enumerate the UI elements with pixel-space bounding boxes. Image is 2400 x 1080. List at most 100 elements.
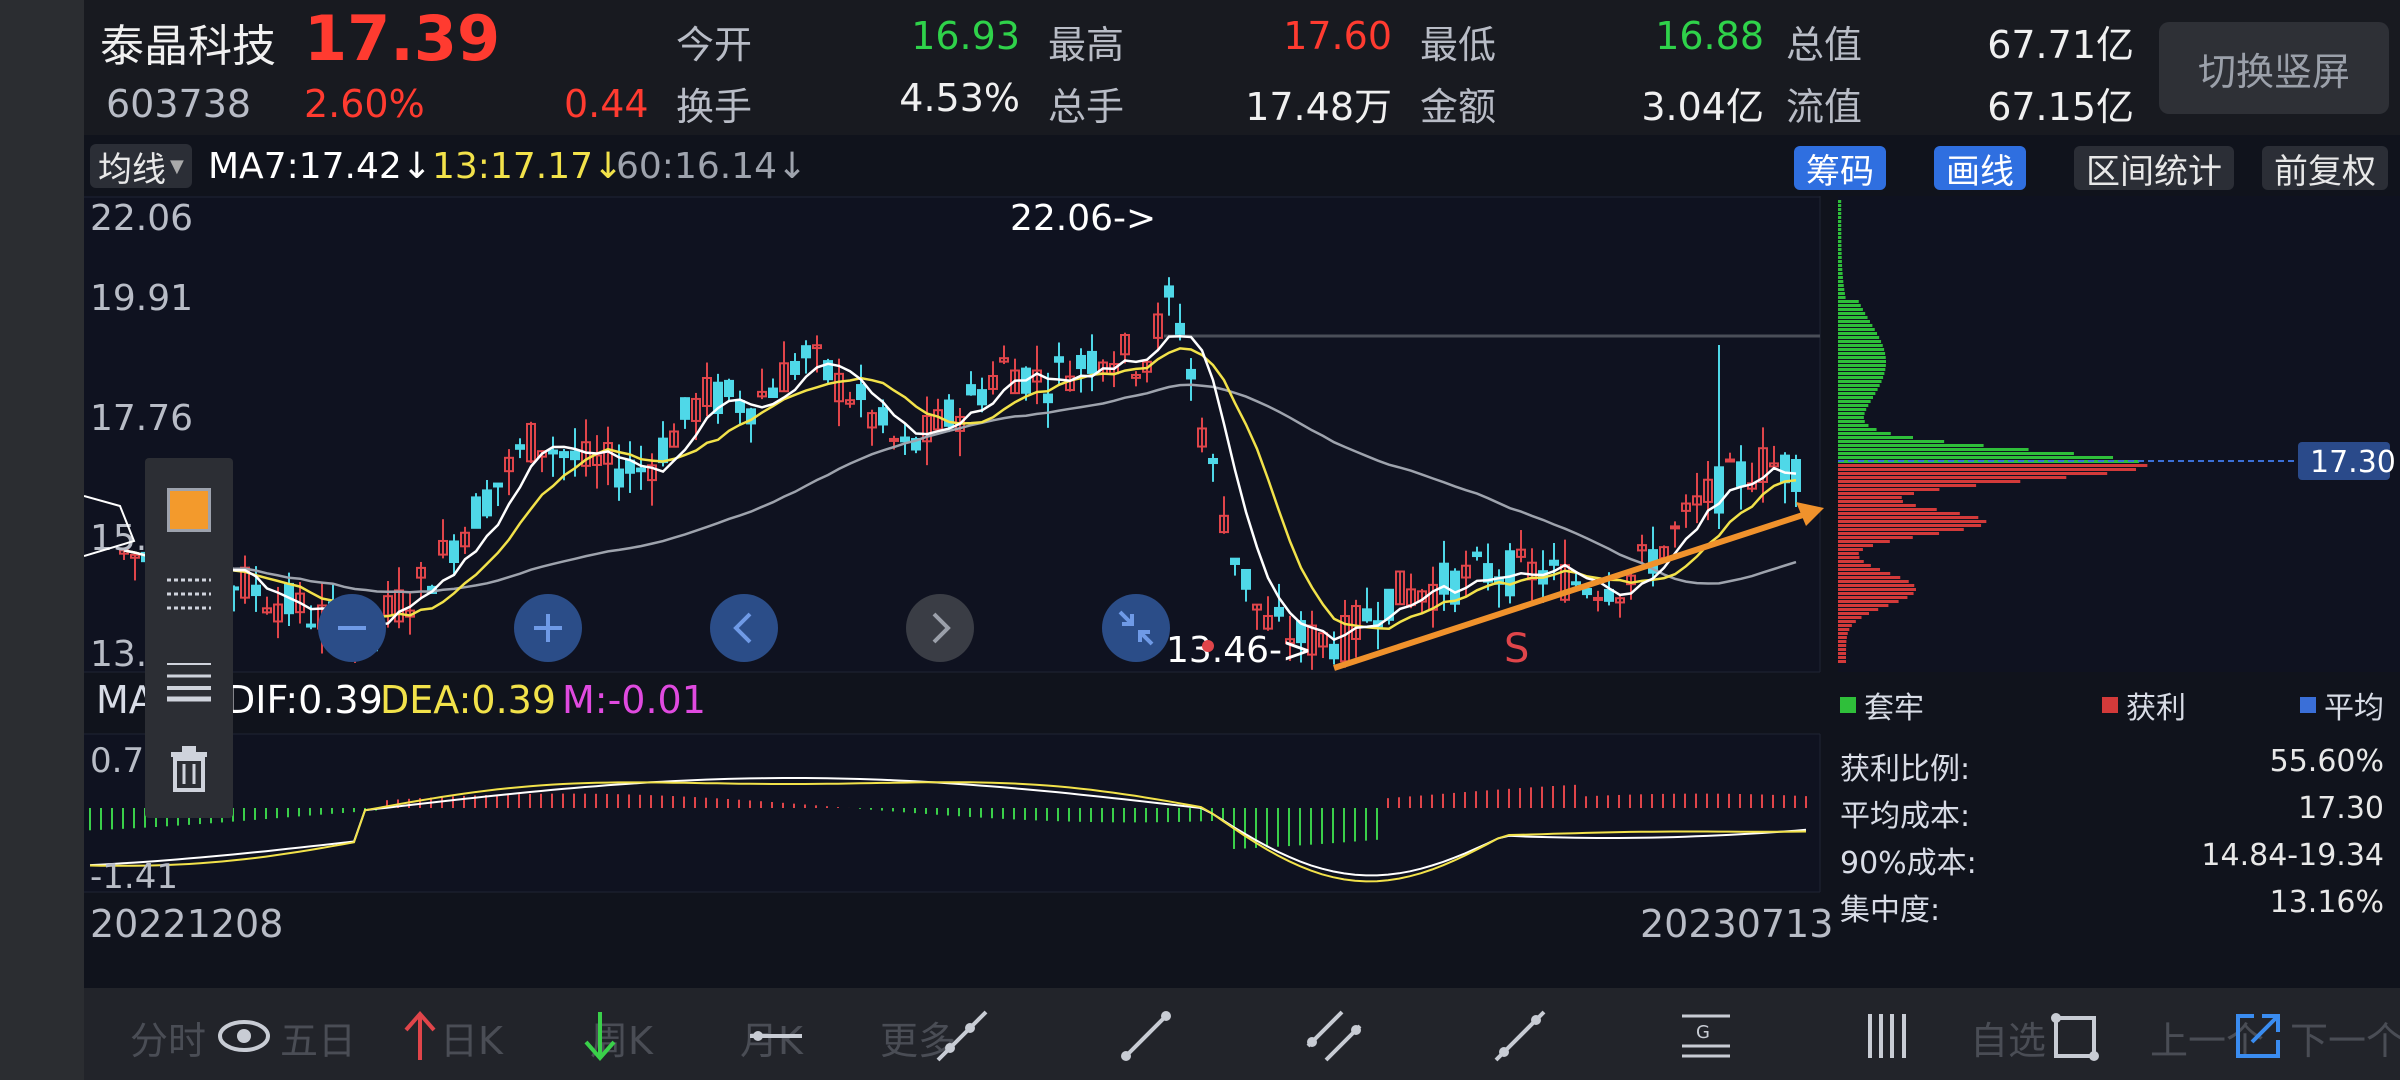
tab-next[interactable]: 下一个 bbox=[2290, 1010, 2400, 1065]
chip-bar bbox=[1838, 376, 1884, 379]
chip-bar bbox=[1838, 428, 1877, 431]
chip-bar bbox=[1838, 588, 1916, 591]
chip-bar bbox=[1838, 548, 1863, 551]
chip-bar bbox=[1838, 616, 1862, 619]
plus-icon bbox=[534, 614, 562, 642]
segment-tool[interactable] bbox=[1116, 1006, 1176, 1066]
stock-name: 泰晶科技 bbox=[100, 21, 276, 72]
chip-bar bbox=[1838, 464, 2148, 467]
candle-body bbox=[1329, 643, 1339, 660]
bottom-toolbar: 分时 五日 日K 周K 月K 更多 自选 上一个 下一个 G bbox=[84, 988, 2400, 1080]
up-arrow-tool[interactable] bbox=[390, 1006, 450, 1066]
candle-body bbox=[306, 623, 316, 628]
chip-bar bbox=[1838, 292, 1845, 295]
drawing-tool-panel bbox=[145, 458, 233, 818]
vertical-lines-tool[interactable] bbox=[1860, 1006, 1920, 1066]
reset-zoom-button[interactable] bbox=[1102, 594, 1170, 662]
candle-body bbox=[1571, 581, 1581, 586]
chip-bar bbox=[1838, 552, 1859, 555]
tab-five-day[interactable]: 五日 bbox=[280, 1010, 356, 1065]
candle-body bbox=[856, 384, 866, 401]
chip-bar bbox=[1838, 500, 1903, 503]
chip-bar bbox=[1838, 384, 1880, 387]
chip-bar bbox=[1838, 328, 1875, 331]
chip-bar bbox=[1838, 636, 1847, 639]
candle-body bbox=[1791, 459, 1801, 492]
chip-button[interactable]: 筹码 bbox=[1794, 146, 1886, 192]
chip-bar bbox=[1838, 624, 1852, 627]
price-change: 0.44 bbox=[564, 82, 649, 126]
chip-bar bbox=[1838, 364, 1886, 367]
line-width-button[interactable] bbox=[145, 650, 233, 710]
chip-bar bbox=[1838, 388, 1878, 391]
tab-watchlist[interactable]: 自选 bbox=[1970, 1010, 2046, 1065]
share-tool[interactable] bbox=[2228, 1006, 2288, 1066]
chip-bar bbox=[1838, 656, 1847, 659]
rectangle-tool[interactable] bbox=[2044, 1006, 2104, 1066]
green-square-icon bbox=[1840, 697, 1856, 713]
parallel-channel-icon bbox=[1306, 1010, 1362, 1062]
scroll-left-button[interactable] bbox=[710, 594, 778, 662]
ray-tool[interactable] bbox=[932, 1006, 992, 1066]
low-value: 16.88 bbox=[1655, 14, 1764, 58]
chip-bar bbox=[1838, 276, 1843, 279]
s-mark: S bbox=[1504, 626, 1529, 672]
candle-body bbox=[1054, 356, 1064, 363]
zoom-out-button[interactable] bbox=[318, 594, 386, 662]
chip-bar bbox=[1838, 612, 1870, 615]
high-value: 17.60 bbox=[1283, 14, 1392, 58]
forward-adjust-button[interactable]: 前复权 bbox=[2262, 146, 2388, 192]
chip-bar bbox=[1838, 544, 1874, 547]
chip-bar bbox=[1838, 352, 1886, 355]
parallel-line-tool[interactable] bbox=[1304, 1006, 1364, 1066]
candle-body bbox=[1208, 457, 1218, 465]
float-value: 67.15亿 bbox=[1987, 85, 2134, 129]
chip-bar bbox=[1838, 488, 1940, 491]
chip-price-text: 17.30 bbox=[2310, 445, 2396, 480]
color-picker-button[interactable] bbox=[145, 480, 233, 540]
chip-bar bbox=[1838, 652, 1847, 655]
vertical-bars-icon bbox=[1868, 1014, 1906, 1058]
chip-bar bbox=[1838, 348, 1885, 351]
chip-bar bbox=[1838, 216, 1842, 219]
candle-body bbox=[1505, 550, 1515, 597]
external-link-icon bbox=[2236, 1014, 2280, 1058]
switch-portrait-button[interactable]: 切换竖屏 bbox=[2159, 22, 2389, 114]
range-stats-button[interactable]: 区间统计 bbox=[2074, 146, 2234, 192]
down-arrow-tool[interactable] bbox=[570, 1006, 630, 1066]
line-style-button[interactable] bbox=[145, 564, 233, 624]
chip-bar bbox=[1838, 296, 1846, 299]
ma7-value: MA7:17.42↓ bbox=[208, 146, 432, 187]
chip-bar bbox=[1838, 584, 1915, 587]
volume-label: 总手 bbox=[1048, 85, 1125, 129]
tab-intraday[interactable]: 分时 bbox=[130, 1010, 206, 1065]
chip-bar bbox=[1838, 472, 2108, 475]
gann-tool[interactable]: G bbox=[1676, 1006, 1736, 1066]
candle-body bbox=[768, 387, 778, 398]
macd-dif: DIF:0.39 bbox=[226, 678, 383, 722]
candle-body bbox=[548, 449, 558, 455]
kline-chart[interactable]: 22.06 19.91 17.76 15. 13.4 22.06-> 13.46… bbox=[84, 196, 2400, 896]
candle-body bbox=[1175, 322, 1185, 335]
draw-line-button[interactable]: 画线 bbox=[1934, 146, 2026, 192]
zoom-in-button[interactable] bbox=[514, 594, 582, 662]
extended-line-tool[interactable] bbox=[1490, 1006, 1550, 1066]
horizontal-line-tool[interactable] bbox=[746, 1006, 806, 1066]
turnover-label: 换手 bbox=[676, 85, 753, 129]
chip-bar bbox=[1838, 336, 1880, 339]
chip-bar bbox=[1838, 640, 1847, 643]
visibility-button[interactable] bbox=[214, 1006, 274, 1066]
candle-body bbox=[790, 360, 800, 375]
chip-bar bbox=[1838, 404, 1869, 407]
delete-drawing-button[interactable] bbox=[145, 738, 233, 798]
chip-bar bbox=[1838, 392, 1876, 395]
chip-bar bbox=[1838, 432, 1891, 435]
candle-body bbox=[559, 451, 569, 459]
chip-bar bbox=[1838, 568, 1881, 571]
high-label: 最高 bbox=[1048, 23, 1125, 67]
candle-body bbox=[614, 468, 624, 488]
chip-bar bbox=[1838, 408, 1867, 411]
ma-dropdown[interactable]: 均线 ▼ bbox=[90, 144, 192, 190]
scroll-right-button[interactable] bbox=[906, 594, 974, 662]
chip-bar bbox=[1838, 632, 1848, 635]
